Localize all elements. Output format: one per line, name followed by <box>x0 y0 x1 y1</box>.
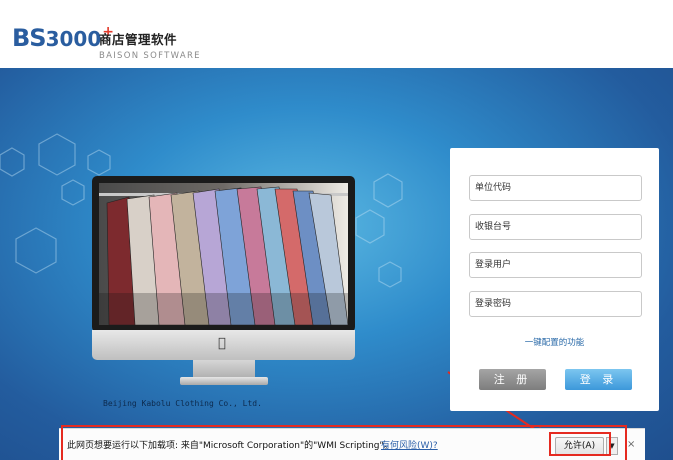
apple-logo-icon:  <box>218 336 226 351</box>
monitor-base <box>180 377 268 385</box>
register-button[interactable]: 注 册 <box>479 369 546 390</box>
logo-bs-text: BS <box>12 24 47 52</box>
login-background:  Beijing Kabolu Clothing Co., Ltd. 单位代码… <box>0 68 673 460</box>
password-field[interactable]: 登录密码 <box>469 291 642 317</box>
company-name: Beijing Kabolu Clothing Co., Ltd. <box>103 399 262 408</box>
company-subtitle: BAISON SOFTWARE <box>99 51 201 61</box>
imac-monitor:  <box>92 176 355 398</box>
app-header: BS 3000 + 商店管理软件 BAISON SOFTWARE <box>0 0 673 68</box>
login-panel: 单位代码 收银台号 登录用户 登录密码 一键配置的功能 注 册 登 录 <box>450 148 659 411</box>
unit-code-field[interactable]: 单位代码 <box>469 175 642 201</box>
username-field[interactable]: 登录用户 <box>469 252 642 278</box>
logo-number: 3000 <box>45 27 102 51</box>
close-icon[interactable]: × <box>627 439 635 450</box>
login-button[interactable]: 登 录 <box>565 369 632 390</box>
brand-block: 商店管理软件 BAISON SOFTWARE <box>99 29 201 61</box>
quick-config-link[interactable]: 一键配置的功能 <box>450 336 659 348</box>
infobar-highlight-box <box>61 425 627 460</box>
clothing-rack-image <box>99 183 348 325</box>
register-number-field[interactable]: 收银台号 <box>469 214 642 240</box>
monitor-stand <box>193 360 255 378</box>
product-title: 商店管理软件 <box>99 32 178 47</box>
allow-button-highlight-box <box>549 432 611 456</box>
